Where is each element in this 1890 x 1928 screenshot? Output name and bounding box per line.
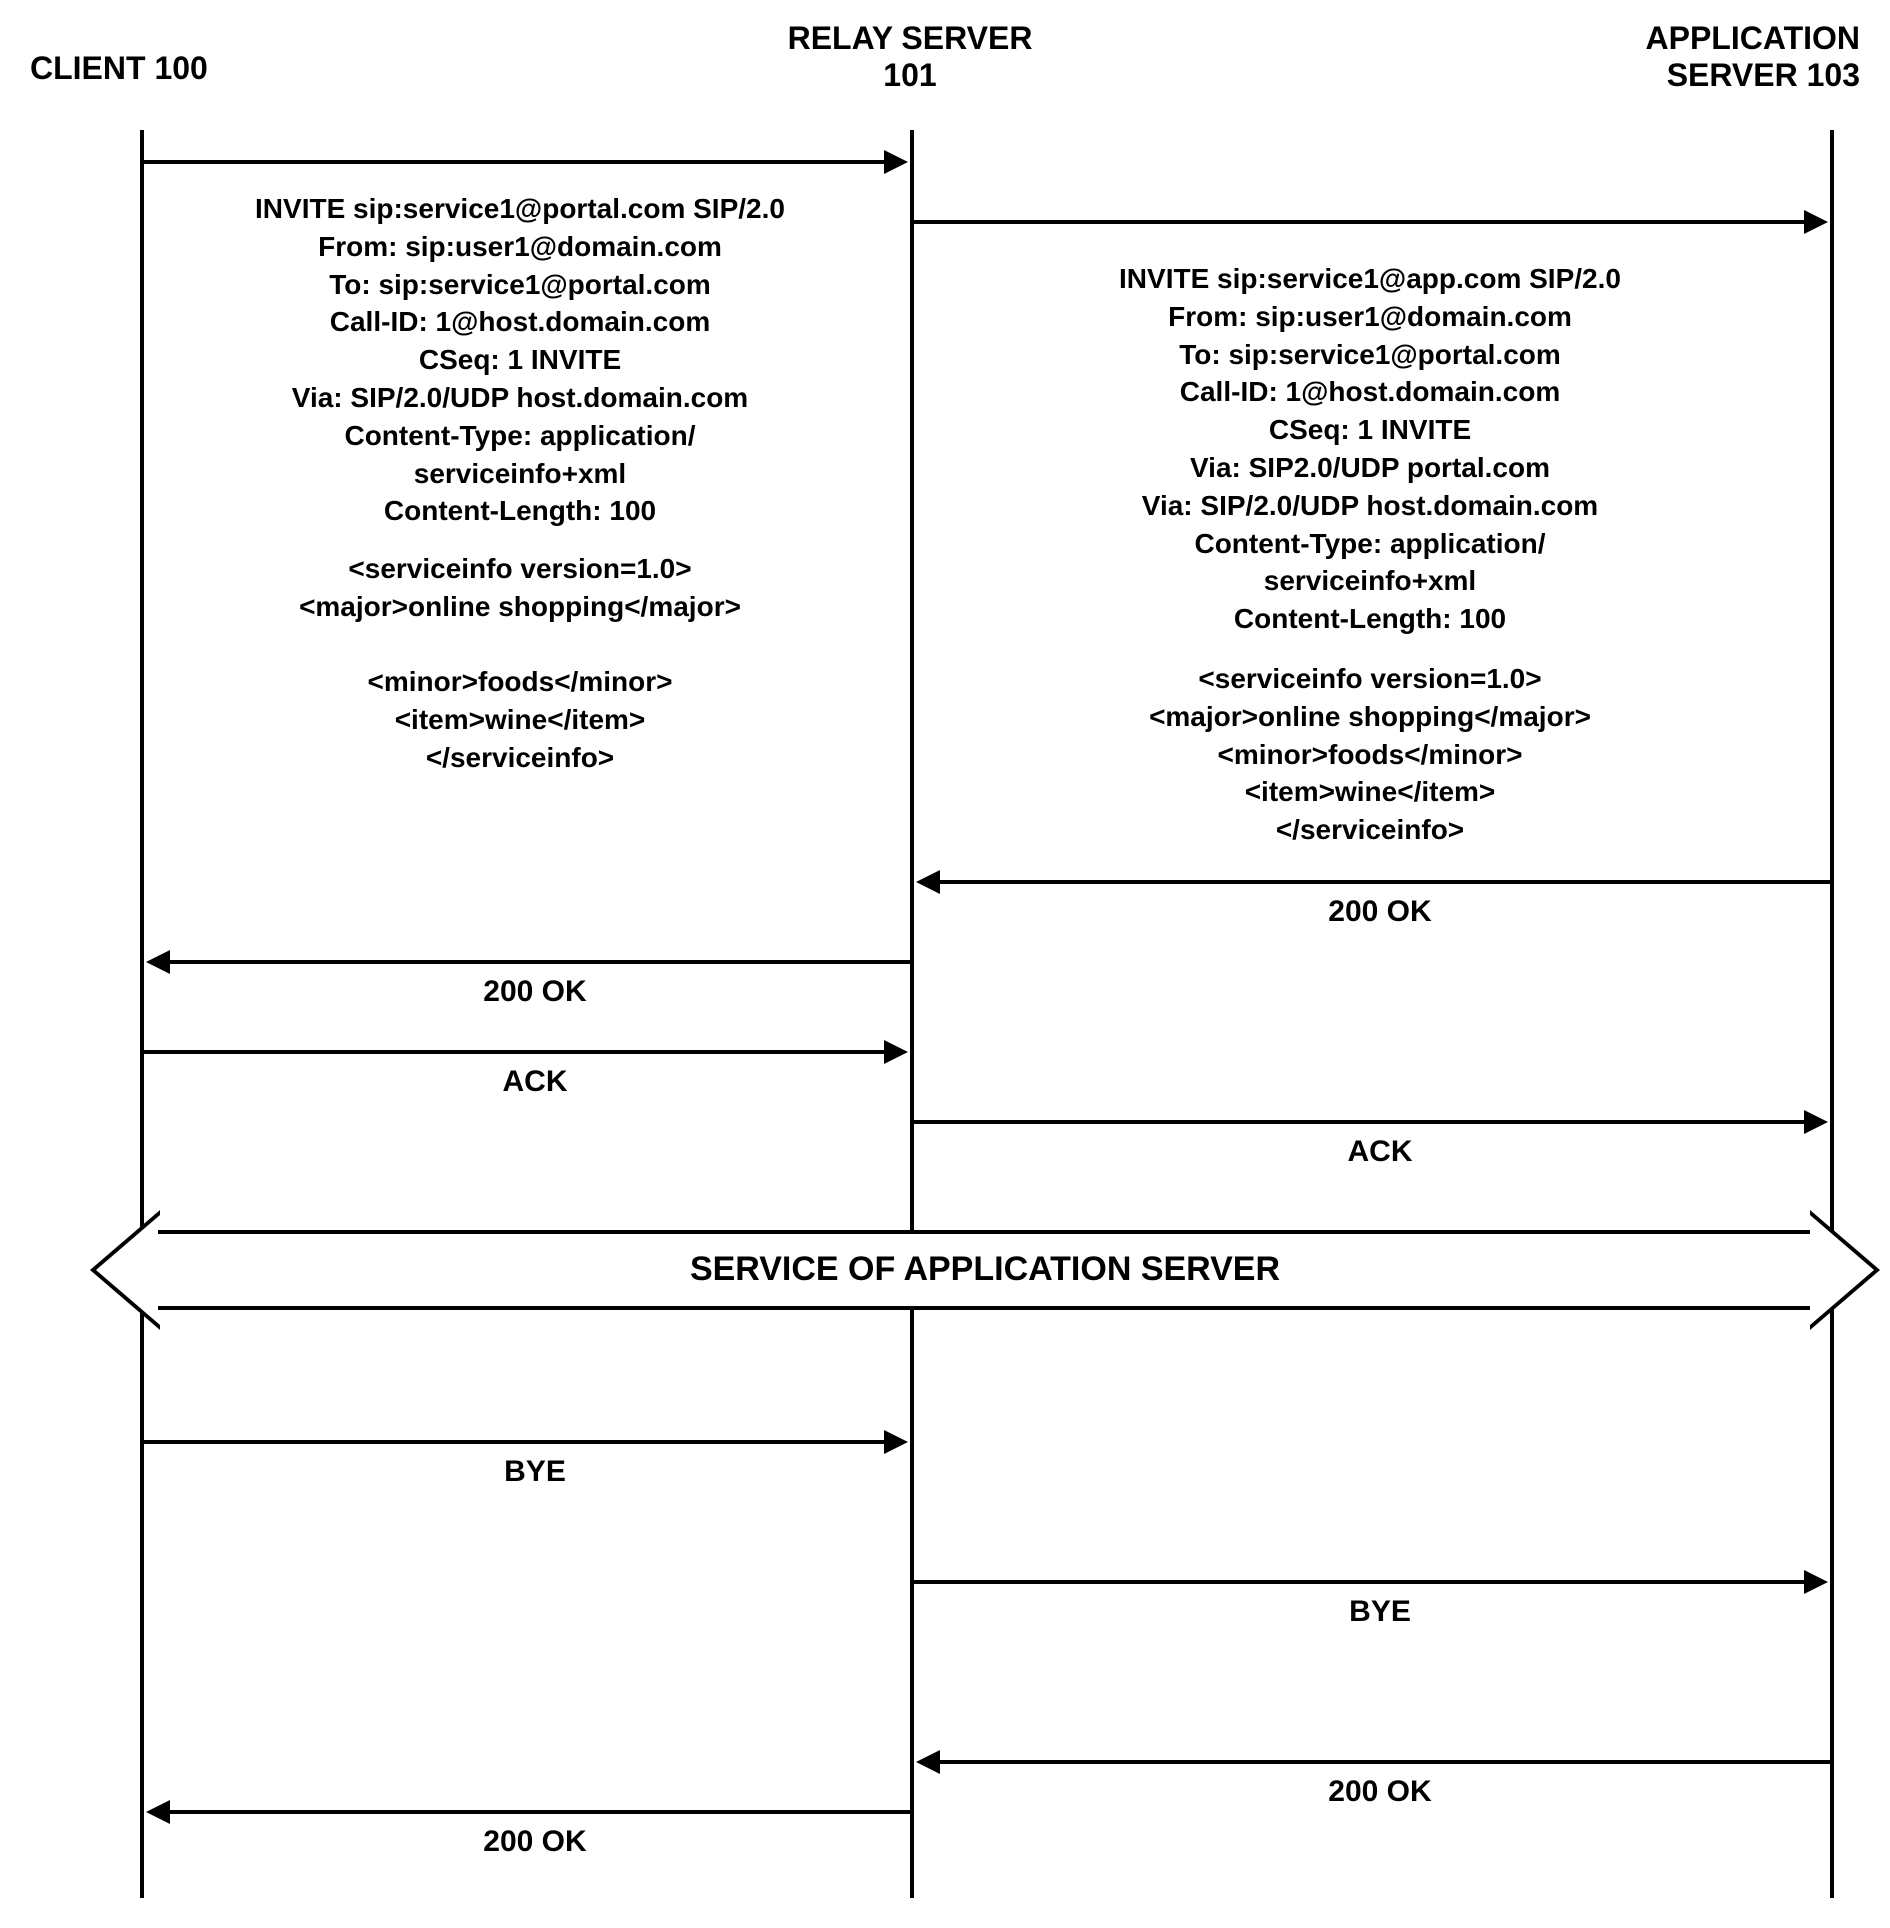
invite1-header: INVITE sip:service1@portal.com SIP/2.0 F…	[170, 190, 870, 530]
arrowhead-invite-ra	[1804, 210, 1828, 234]
arrowhead-bye-cr	[884, 1430, 908, 1454]
client-label: CLIENT 100	[30, 50, 208, 87]
arrowhead-ack-cr	[884, 1040, 908, 1064]
relay-label: RELAY SERVER 101	[770, 20, 1050, 94]
arrow-200ok-bye-ar	[940, 1760, 1830, 1764]
label-ack-ra: ACK	[980, 1135, 1780, 1169]
arrow-invite-cr	[144, 160, 884, 164]
arrowhead-200ok-bye-ar	[916, 1750, 940, 1774]
label-bye-ra: BYE	[980, 1595, 1780, 1629]
arrowhead-200ok-bye-rc	[146, 1800, 170, 1824]
arrow-200ok-rc	[170, 960, 910, 964]
client-lifeline	[140, 130, 144, 1898]
label-200ok-bye-rc: 200 OK	[150, 1825, 920, 1859]
arrow-ack-ra	[914, 1120, 1804, 1124]
relay-lifeline	[910, 130, 914, 1898]
label-200ok-rc: 200 OK	[150, 975, 920, 1009]
arrowhead-bye-ra	[1804, 1570, 1828, 1594]
arrow-200ok-ar	[940, 880, 1830, 884]
arrowhead-invite-cr	[884, 150, 908, 174]
arrowhead-200ok-rc	[146, 950, 170, 974]
arrow-bye-ra	[914, 1580, 1804, 1584]
app-label: APPLICATION SERVER 103	[1600, 20, 1860, 94]
service-label: SERVICE OF APPLICATION SERVER	[90, 1250, 1880, 1289]
service-arrow: SERVICE OF APPLICATION SERVER	[90, 1210, 1880, 1330]
invite1-xml: <serviceinfo version=1.0> <major>online …	[170, 550, 870, 777]
app-lifeline	[1830, 130, 1834, 1898]
label-200ok-ar: 200 OK	[980, 895, 1780, 929]
label-ack-cr: ACK	[150, 1065, 920, 1099]
arrow-invite-ra	[914, 220, 1804, 224]
label-200ok-bye-ar: 200 OK	[980, 1775, 1780, 1809]
arrow-200ok-bye-rc	[170, 1810, 910, 1814]
label-bye-cr: BYE	[150, 1455, 920, 1489]
invite2-header: INVITE sip:service1@app.com SIP/2.0 From…	[940, 260, 1800, 638]
arrow-ack-cr	[144, 1050, 884, 1054]
invite2-xml: <serviceinfo version=1.0> <major>online …	[940, 660, 1800, 849]
arrow-bye-cr	[144, 1440, 884, 1444]
arrowhead-200ok-ar	[916, 870, 940, 894]
arrowhead-ack-ra	[1804, 1110, 1828, 1134]
